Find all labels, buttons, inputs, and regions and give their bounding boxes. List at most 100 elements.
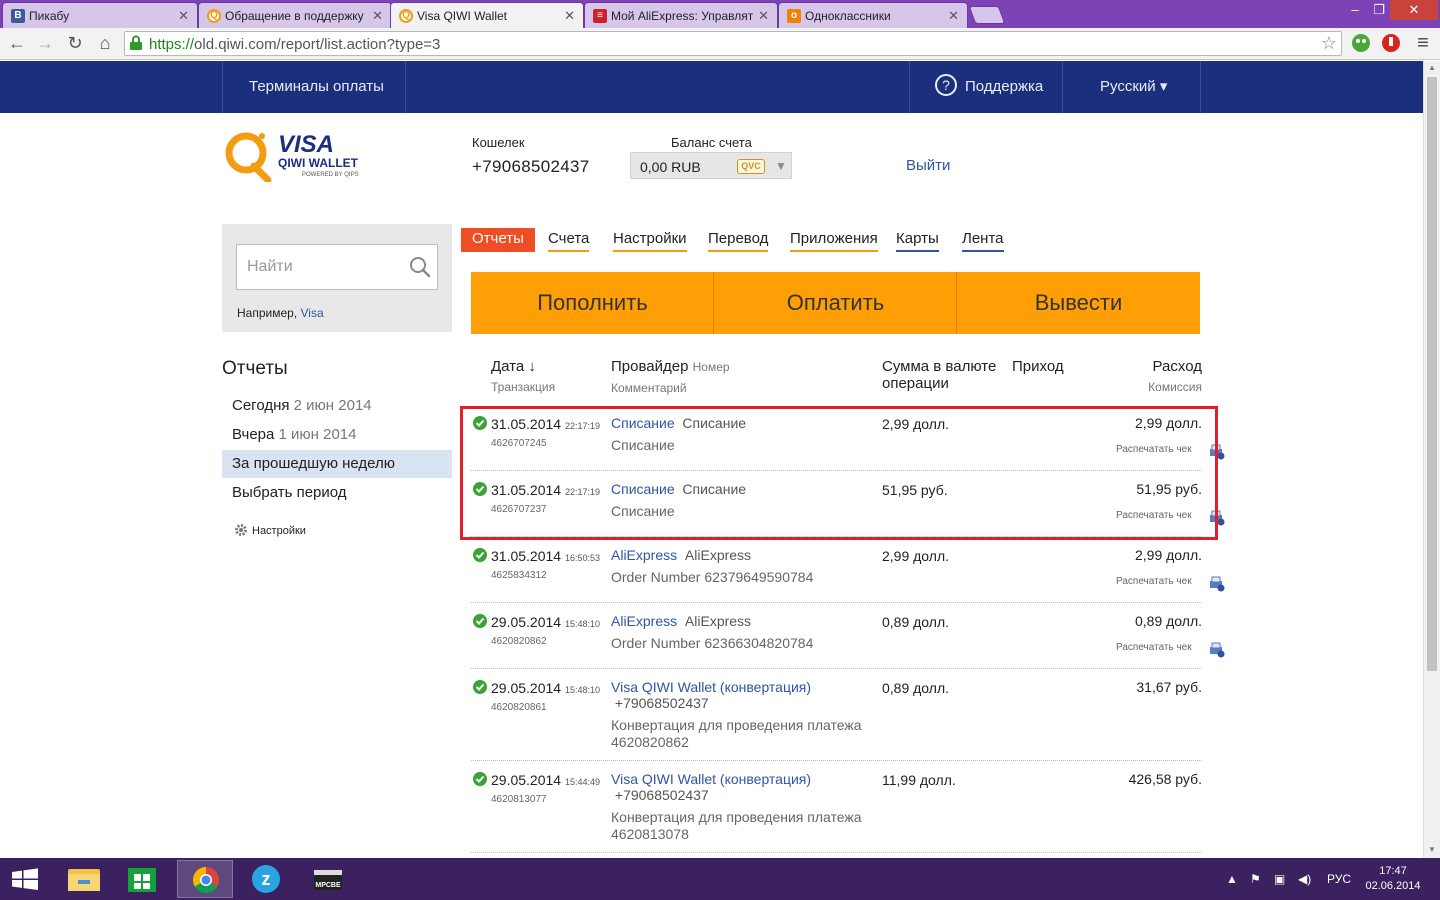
close-icon[interactable]: ✕ <box>564 8 575 24</box>
browser-tab-odnoklassniki[interactable]: о Одноклассники ✕ <box>778 2 968 28</box>
close-icon[interactable]: ✕ <box>948 8 959 24</box>
sidebar-item-today[interactable]: Сегодня 2 июн 2014 <box>222 392 452 420</box>
site-nav-bar: Терминалы оплаты ? Поддержка Русский ▾ <box>0 61 1423 113</box>
browser-tab-aliexpress[interactable]: ≡ Мой AliExpress: Управлят ✕ <box>584 2 778 28</box>
example-link[interactable]: Visa <box>300 306 323 320</box>
show-hidden-icons-icon[interactable]: ▲ <box>1226 872 1238 886</box>
printer-icon[interactable] <box>1209 576 1225 592</box>
row-txid: 4620813077 <box>491 794 547 805</box>
forward-arrow-icon[interactable]: → <box>34 32 56 54</box>
new-tab-button[interactable] <box>968 6 1006 24</box>
search-input[interactable] <box>237 245 407 289</box>
sidebar-settings-link[interactable]: Настройки <box>234 524 306 538</box>
volume-icon[interactable]: ◀) <box>1298 872 1311 886</box>
chrome-taskbar-button[interactable] <box>177 860 233 898</box>
reports-title: Отчеты <box>222 358 288 379</box>
home-icon[interactable]: ⌂ <box>94 32 116 54</box>
scroll-up-icon[interactable]: ▲ <box>1424 61 1440 75</box>
row-provider: Visa QIWI Wallet (конвертация) +79068502… <box>611 679 812 711</box>
col-header-date[interactable]: Дата ↓ Транзакция <box>491 358 555 396</box>
close-icon[interactable]: ✕ <box>178 8 189 24</box>
balance-dropdown[interactable]: 0,00 RUB QVC ▼ <box>630 152 792 179</box>
tab-accounts[interactable]: Счета <box>548 228 590 252</box>
adblock-icon[interactable] <box>1381 33 1401 53</box>
extension-frog-icon[interactable] <box>1351 33 1371 53</box>
sidebar-item-last-week[interactable]: За прошедшую неделю <box>222 450 452 478</box>
svg-text:z: z <box>262 869 271 889</box>
close-icon[interactable]: ✕ <box>758 8 769 24</box>
back-arrow-icon[interactable]: ← <box>6 32 28 54</box>
file-explorer-icon[interactable] <box>56 860 112 898</box>
balance-label: Баланс счета <box>671 135 752 150</box>
wallet-number: +79068502437 <box>472 157 590 176</box>
window-close-icon[interactable]: ✕ <box>1390 0 1438 20</box>
pay-button[interactable]: Оплатить <box>714 272 957 334</box>
flag-icon[interactable]: ⚑ <box>1250 872 1261 886</box>
close-icon[interactable]: ✕ <box>372 8 383 24</box>
ok-icon: о <box>787 9 801 23</box>
row-txid: 4620820861 <box>491 702 547 713</box>
sidebar-item-choose-period[interactable]: Выбрать период <box>222 479 452 507</box>
nav-divider <box>222 61 223 113</box>
sidebar-item-yesterday[interactable]: Вчера 1 июн 2014 <box>222 421 452 449</box>
provider-link[interactable]: Visa QIWI Wallet (конвертация) <box>611 679 811 695</box>
page-scrollbar[interactable]: ▲ ▼ <box>1423 61 1440 858</box>
system-clock[interactable]: 17:47 02.06.2014 <box>1362 864 1424 894</box>
example-prefix: Например, <box>237 306 301 320</box>
visa-qiwi-logo[interactable]: VISA QIWI WALLET POWERED BY QIPS <box>224 128 374 182</box>
terminals-link[interactable]: Терминалы оплаты <box>249 61 384 113</box>
provider-link[interactable]: Visa QIWI Wallet (конвертация) <box>611 771 811 787</box>
restore-icon[interactable]: ❐ <box>1368 0 1390 20</box>
scrollbar-thumb[interactable] <box>1427 77 1437 671</box>
browser-tab-qiwi-wallet[interactable]: Q Visa QIWI Wallet ✕ <box>390 2 584 28</box>
windows-start-icon[interactable] <box>0 860 50 898</box>
browser-tab-pikabu[interactable]: В Пикабу ✕ <box>2 2 198 28</box>
address-bar[interactable]: https://old.qiwi.com/report/list.action?… <box>124 31 1342 56</box>
support-link[interactable]: ? Поддержка <box>935 61 1043 113</box>
success-check-icon <box>473 548 487 562</box>
withdraw-button[interactable]: Вывести <box>957 272 1200 334</box>
browser-tab-support[interactable]: Q Обращение в поддержку ✕ <box>198 2 392 28</box>
sidebar-item-label: Сегодня <box>232 397 290 414</box>
bookmark-star-icon[interactable]: ☆ <box>1321 33 1337 54</box>
print-receipt-link[interactable]: Распечатать чек <box>1116 642 1192 653</box>
qiwi-icon: Q <box>207 9 221 23</box>
tab-reports[interactable]: Отчеты <box>461 228 535 252</box>
tab-feed[interactable]: Лента <box>962 228 1004 252</box>
mpc-be-icon[interactable]: MPCBE <box>300 860 356 898</box>
tab-title: Мой AliExpress: Управлят <box>611 9 754 23</box>
col-header-expense: Расход Комиссия <box>1100 358 1202 396</box>
tab-cards[interactable]: Карты <box>896 228 939 252</box>
network-icon[interactable]: ▣ <box>1274 872 1285 886</box>
tab-apps[interactable]: Приложения <box>790 228 878 252</box>
tab-title: Обращение в поддержку <box>225 9 364 23</box>
support-label: Поддержка <box>965 78 1044 95</box>
menu-icon[interactable]: ≡ <box>1412 32 1434 54</box>
windows-store-icon[interactable] <box>114 860 170 898</box>
url-text: https://old.qiwi.com/report/list.action?… <box>149 36 441 53</box>
printer-icon[interactable] <box>1209 642 1225 658</box>
header-provider-label: Провайдер <box>611 358 689 375</box>
row-date: 29.05.2014 15:44:49 <box>491 772 601 788</box>
chrome-icon <box>192 866 219 894</box>
language-dropdown[interactable]: Русский ▾ <box>1100 61 1167 113</box>
row-divider <box>471 760 1202 761</box>
scroll-down-icon[interactable]: ▼ <box>1424 843 1440 857</box>
provider-link[interactable]: AliExpress <box>611 547 677 563</box>
tab-transfer[interactable]: Перевод <box>708 228 769 252</box>
zona-app-icon[interactable]: z <box>238 860 294 898</box>
tab-settings[interactable]: Настройки <box>613 228 687 252</box>
nav-divider <box>1062 61 1063 113</box>
minimize-icon[interactable]: – <box>1342 0 1368 20</box>
row-divider <box>471 668 1202 669</box>
clock-time: 17:47 <box>1379 865 1407 877</box>
logout-link[interactable]: Выйти <box>906 157 950 174</box>
search-icon[interactable] <box>409 256 431 278</box>
reload-icon[interactable]: ↻ <box>64 32 86 54</box>
top-up-button[interactable]: Пополнить <box>471 272 714 334</box>
provider-link[interactable]: AliExpress <box>611 613 677 629</box>
row-divider <box>471 852 1202 853</box>
print-receipt-link[interactable]: Распечатать чек <box>1116 576 1192 587</box>
sidebar-item-label: За прошедшую неделю <box>232 455 396 472</box>
language-indicator[interactable]: РУС <box>1327 872 1351 886</box>
